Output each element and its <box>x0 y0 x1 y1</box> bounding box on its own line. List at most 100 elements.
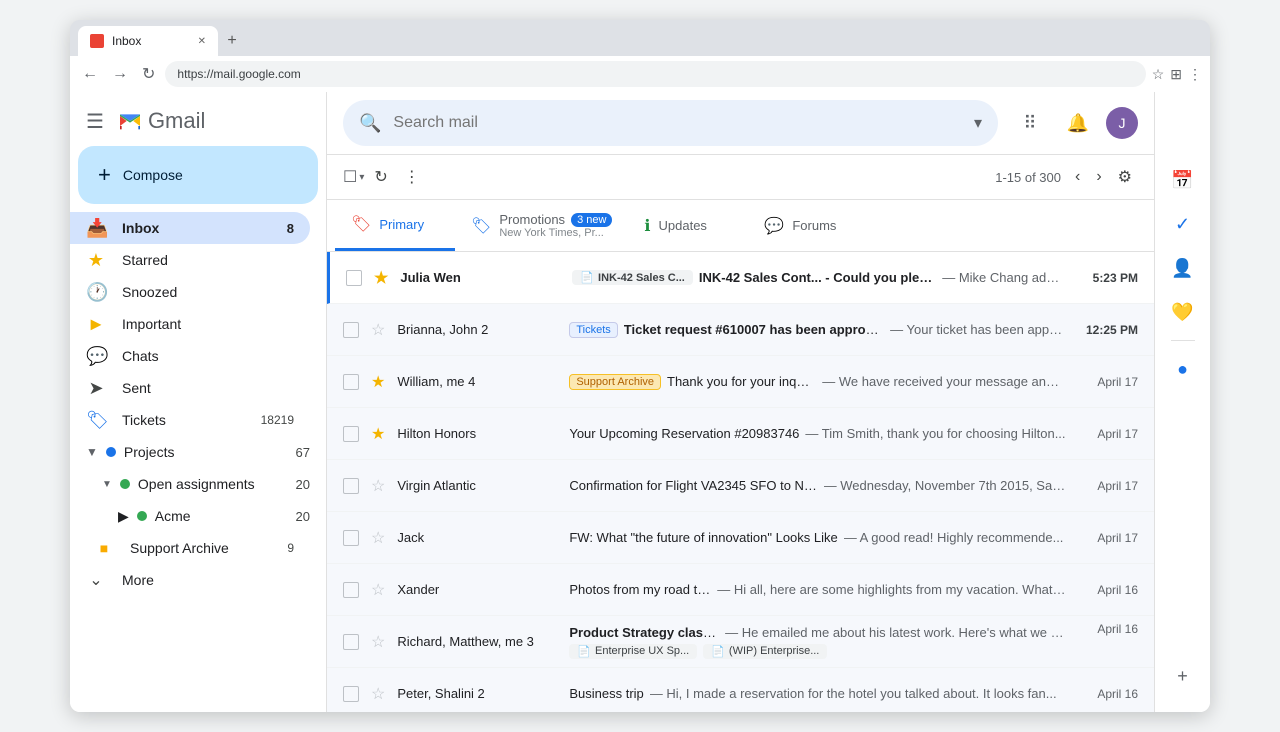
row-checkbox[interactable] <box>343 322 359 338</box>
contacts-sidebar-button[interactable]: 👤 <box>1163 248 1203 288</box>
email-row[interactable]: ★ William, me 4 Support Archive Thank yo… <box>327 356 1154 408</box>
row-checkbox[interactable] <box>343 686 359 702</box>
sender-name: Jack <box>397 530 557 545</box>
row-star[interactable]: ★ <box>371 424 385 444</box>
search-dropdown-icon[interactable]: ▾ <box>974 113 982 133</box>
menu-icon[interactable]: ⋮ <box>1188 66 1202 83</box>
projects-item[interactable]: ▼ Projects 67 <box>70 436 326 468</box>
extensions-icon[interactable]: ⊞ <box>1170 66 1182 83</box>
tab-promotions[interactable]: 🏷 Promotions 3 new New York Times, Pr... <box>455 200 628 251</box>
email-row[interactable]: ★ Julia Wen 📄 INK-42 Sales C... INK-42 S… <box>327 252 1154 304</box>
email-row[interactable]: ☆ Brianna, John 2 Tickets Ticket request… <box>327 304 1154 356</box>
sidebar-item-support-archive[interactable]: ■ Support Archive 9 <box>70 532 310 564</box>
keep-sidebar-button[interactable]: 💛 <box>1163 292 1203 332</box>
email-body: Tickets Ticket request #610007 has been … <box>569 322 1066 338</box>
prev-page-button[interactable]: ‹ <box>1069 162 1086 192</box>
updates-tab-label: Updates <box>659 218 707 233</box>
row-star[interactable]: ☆ <box>371 580 385 600</box>
row-star[interactable]: ☆ <box>371 632 385 652</box>
address-bar: ← → ↻ https://mail.google.com ☆ ⊞ ⋮ <box>70 56 1210 92</box>
email-subject: Product Strategy classes <box>569 625 719 640</box>
row-star[interactable]: ☆ <box>371 528 385 548</box>
open-assignments-item[interactable]: ▼ Open assignments 20 <box>70 468 326 500</box>
tab-close-button[interactable]: ✕ <box>198 36 206 47</box>
sidebar-item-inbox[interactable]: 📥 Inbox 8 <box>70 212 310 244</box>
row-checkbox[interactable] <box>346 270 362 286</box>
acme-count: 20 <box>296 509 310 524</box>
reload-button[interactable]: ↻ <box>138 60 159 88</box>
row-checkbox[interactable] <box>343 634 359 650</box>
projects-chevron: ▼ <box>86 445 98 459</box>
email-time: 12:25 PM <box>1078 323 1138 337</box>
forward-button[interactable]: → <box>108 61 132 87</box>
sender-name: Julia Wen <box>400 270 560 285</box>
row-checkbox[interactable] <box>343 530 359 546</box>
new-tab-button[interactable]: + <box>220 29 244 53</box>
promotions-tab-icon: 🏷 <box>471 216 491 236</box>
email-row[interactable]: ☆ Virgin Atlantic Confirmation for Fligh… <box>327 460 1154 512</box>
row-star[interactable]: ★ <box>374 268 388 288</box>
support-archive-badge: 9 <box>287 541 294 555</box>
checkbox-icon: ☐ <box>343 167 357 187</box>
sender-name: Virgin Atlantic <box>397 478 557 493</box>
row-checkbox[interactable] <box>343 374 359 390</box>
search-bar[interactable]: 🔍 ▾ <box>343 100 998 146</box>
search-input[interactable] <box>393 114 962 132</box>
sidebar: ☰ Gmail + Compose <box>70 92 326 712</box>
email-time: April 16 <box>1078 583 1138 597</box>
row-star[interactable]: ☆ <box>371 476 385 496</box>
gmail-header: ☰ Gmail <box>70 100 326 142</box>
email-row[interactable]: ☆ Jack FW: What "the future of innovatio… <box>327 512 1154 564</box>
tab-primary[interactable]: 🏷 Primary <box>335 200 455 251</box>
tab-title: Inbox <box>112 34 141 48</box>
sidebar-item-tickets[interactable]: 🏷 Tickets 18219 <box>70 404 310 436</box>
email-row[interactable]: ★ Hilton Honors Your Upcoming Reservatio… <box>327 408 1154 460</box>
email-row[interactable]: ☆ Peter, Shalini 2 Business trip — Hi, I… <box>327 668 1154 712</box>
row-star[interactable]: ☆ <box>371 684 385 704</box>
email-row[interactable]: ☆ Xander Photos from my road trip — Hi a… <box>327 564 1154 616</box>
sidebar-item-more[interactable]: ⌄ More <box>70 564 310 596</box>
sidebar-item-chats[interactable]: 💬 Chats <box>70 340 310 372</box>
more-options-button[interactable]: ⋮ <box>398 161 426 193</box>
next-page-button[interactable]: › <box>1090 162 1107 192</box>
row-star[interactable]: ☆ <box>371 320 385 340</box>
open-assignments-label: Open assignments <box>138 476 288 492</box>
more-icon: ⌄ <box>86 570 106 590</box>
email-row[interactable]: ☆ Richard, Matthew, me 3 Product Strateg… <box>327 616 1154 668</box>
email-category-tabs: 🏷 Primary 🏷 Promotions 3 new New York Ti… <box>327 200 1154 252</box>
row-checkbox[interactable] <box>343 478 359 494</box>
apps-button[interactable]: ⠿ <box>1010 103 1050 143</box>
projects-label: Projects <box>124 444 288 460</box>
settings-button[interactable]: ⚙ <box>1112 161 1138 193</box>
select-all-button[interactable]: ☐ ▾ <box>343 167 364 187</box>
email-body: Photos from my road trip — Hi all, here … <box>569 582 1066 597</box>
refresh-button[interactable]: ↻ <box>368 161 393 193</box>
row-checkbox[interactable] <box>343 582 359 598</box>
gear-icon: ⚙ <box>1118 167 1132 187</box>
tasks-sidebar-button[interactable]: ✓ <box>1163 204 1203 244</box>
add-sidebar-button[interactable]: + <box>1163 656 1203 696</box>
sidebar-item-starred[interactable]: ★ Starred <box>70 244 310 276</box>
row-checkbox[interactable] <box>343 426 359 442</box>
apps-icon: ⠿ <box>1023 113 1036 134</box>
bookmark-icon[interactable]: ☆ <box>1152 66 1165 83</box>
sidebar-item-important[interactable]: ► Important <box>70 308 310 340</box>
tab-updates[interactable]: ℹ Updates <box>628 200 748 251</box>
hamburger-menu[interactable]: ☰ <box>86 109 104 134</box>
url-bar[interactable]: https://mail.google.com <box>165 61 1145 87</box>
avatar[interactable]: J <box>1106 107 1138 139</box>
acme-chevron: ▶ <box>118 508 129 525</box>
email-time: April 16 <box>1078 622 1138 636</box>
sidebar-item-sent[interactable]: ➤ Sent <box>70 372 310 404</box>
tab-forums[interactable]: 💬 Forums <box>748 200 868 251</box>
notifications-button[interactable]: 🔔 <box>1058 103 1098 143</box>
browser-tab[interactable]: Inbox ✕ <box>78 26 218 56</box>
calendar-sidebar-button[interactable]: 📅 <box>1163 160 1203 200</box>
projects-dot <box>106 447 116 457</box>
acme-item[interactable]: ▶ Acme 20 <box>70 500 326 532</box>
row-star[interactable]: ★ <box>371 372 385 392</box>
chip-label: INK-42 Sales C... <box>598 272 685 284</box>
sidebar-item-snoozed[interactable]: 🕐 Snoozed <box>70 276 310 308</box>
compose-button[interactable]: + Compose <box>78 146 318 204</box>
back-button[interactable]: ← <box>78 61 102 87</box>
